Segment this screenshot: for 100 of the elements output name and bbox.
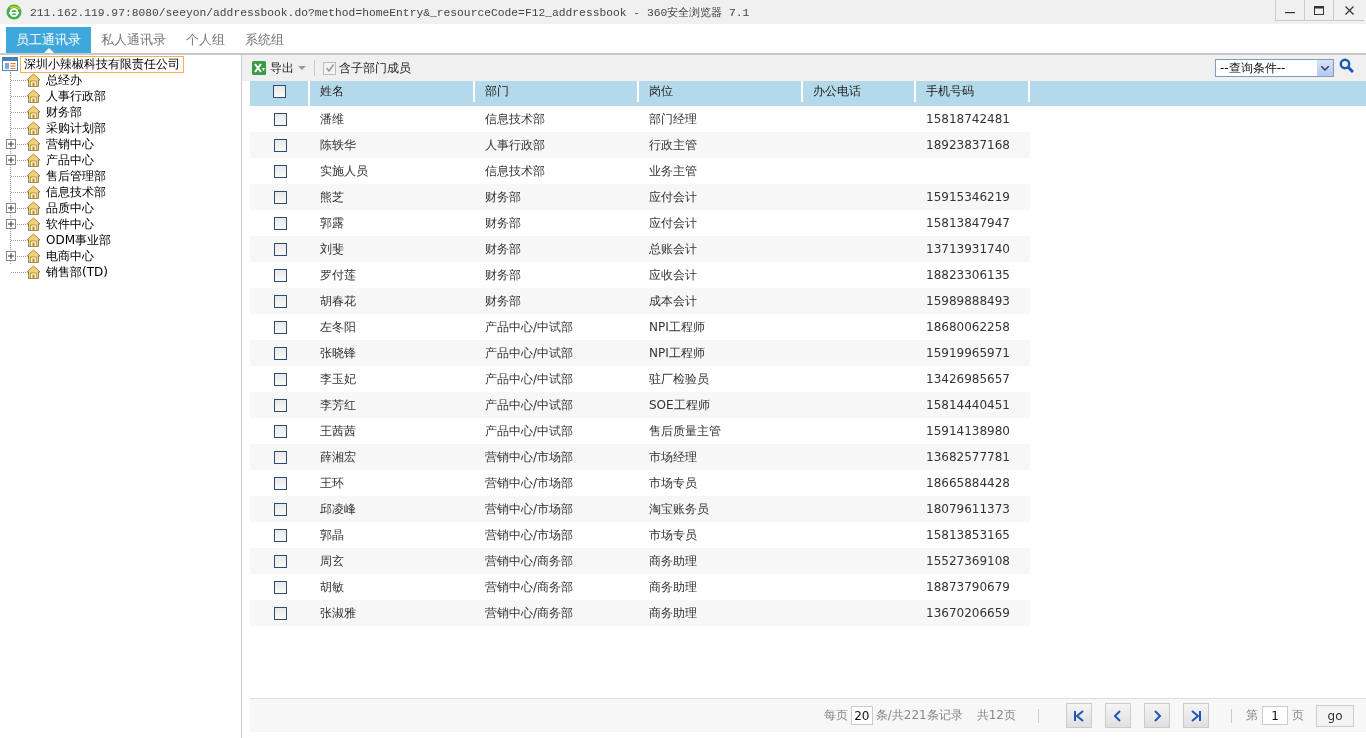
- tree-item[interactable]: 产品中心: [46, 151, 94, 169]
- table-cell: 18665884428: [926, 476, 1010, 490]
- table-cell: 薛湘宏: [320, 448, 356, 466]
- table-cell: 郭晶: [320, 526, 344, 544]
- table-cell: 人事行政部: [485, 136, 545, 154]
- checkbox[interactable]: [273, 138, 287, 152]
- table-cell: 15915346219: [926, 190, 1010, 204]
- checkbox[interactable]: [273, 216, 287, 230]
- tab[interactable]: 私人通讯录: [91, 27, 176, 53]
- tree-item[interactable]: 售后管理部: [46, 167, 106, 185]
- table-cell: NPI工程师: [649, 344, 705, 362]
- table-cell: 刘斐: [320, 240, 344, 258]
- table-cell: 13670206659: [926, 606, 1010, 620]
- tab[interactable]: 个人组: [176, 27, 235, 53]
- previous-page-icon: [1112, 709, 1124, 722]
- caret-icon: [298, 65, 306, 71]
- previous-page-button[interactable]: [1105, 703, 1131, 728]
- browser-logo-icon: [6, 4, 22, 20]
- checkbox[interactable]: [273, 554, 287, 568]
- table-cell: 市场专员: [649, 526, 697, 544]
- checkbox[interactable]: [273, 476, 287, 490]
- table-cell: 营销中心/市场部: [485, 526, 574, 544]
- tree-item[interactable]: 品质中心: [46, 199, 94, 217]
- checkbox[interactable]: [273, 346, 287, 360]
- checkbox[interactable]: [273, 372, 287, 386]
- checkbox[interactable]: [323, 61, 336, 75]
- tree-item[interactable]: 财务部: [46, 103, 82, 121]
- tree-item[interactable]: 软件中心: [46, 215, 94, 233]
- tree-item[interactable]: 采购计划部: [46, 119, 106, 137]
- tree-item[interactable]: 营销中心: [46, 135, 94, 153]
- checkbox[interactable]: [273, 268, 287, 282]
- table-cell: 行政主管: [649, 136, 697, 154]
- search-button[interactable]: [1339, 58, 1354, 73]
- table-cell: 应付会计: [649, 214, 697, 232]
- column-header[interactable]: 姓名: [310, 81, 475, 102]
- column-header[interactable]: 办公电话: [803, 81, 916, 102]
- checkbox[interactable]: [273, 320, 287, 334]
- table-cell: 13713931740: [926, 242, 1010, 256]
- maximize-icon: [1314, 5, 1324, 15]
- checkbox[interactable]: [273, 398, 287, 412]
- tab[interactable]: 系统组: [235, 27, 294, 53]
- checkbox[interactable]: [272, 85, 286, 98]
- go-button[interactable]: go: [1316, 704, 1354, 727]
- table-cell: 王环: [320, 474, 344, 492]
- tree-item[interactable]: 电商中心: [46, 247, 94, 265]
- checkbox[interactable]: [273, 164, 287, 178]
- table-cell: 李玉妃: [320, 370, 356, 388]
- table-cell: 左冬阳: [320, 318, 356, 336]
- checkbox[interactable]: [273, 424, 287, 438]
- table-cell: 财务部: [485, 266, 521, 284]
- search-icon: [1339, 58, 1354, 73]
- expand-icon[interactable]: [6, 203, 16, 213]
- checkbox[interactable]: [273, 606, 287, 620]
- table-cell: 13682577781: [926, 450, 1010, 464]
- checkbox[interactable]: [273, 528, 287, 542]
- column-header[interactable]: 岗位: [639, 81, 803, 102]
- table-cell: 潘维: [320, 110, 344, 128]
- table-cell: 郭露: [320, 214, 344, 232]
- expand-icon[interactable]: [6, 251, 16, 261]
- table-cell: 成本会计: [649, 292, 697, 310]
- table-cell: 15914138980: [926, 424, 1010, 438]
- last-page-button[interactable]: [1183, 703, 1209, 728]
- checkbox[interactable]: [273, 242, 287, 256]
- house-icon: [26, 137, 41, 151]
- expand-icon[interactable]: [6, 219, 16, 229]
- next-page-button[interactable]: [1144, 703, 1170, 728]
- checkbox[interactable]: [273, 190, 287, 204]
- table-cell: SOE工程师: [649, 396, 710, 414]
- tree-item[interactable]: 信息技术部: [46, 183, 106, 201]
- tree-item[interactable]: 人事行政部: [46, 87, 106, 105]
- house-icon: [26, 265, 41, 279]
- tree-root-item[interactable]: 深圳小辣椒科技有限责任公司: [20, 55, 184, 73]
- table-cell: 营销中心/商务部: [485, 552, 574, 570]
- table-cell: 营销中心/商务部: [485, 604, 574, 622]
- page-size-field[interactable]: 20: [850, 706, 873, 725]
- column-header[interactable]: 部门: [475, 81, 639, 102]
- table-cell: 张淑雅: [320, 604, 356, 622]
- checkbox[interactable]: [273, 502, 287, 516]
- table-cell: 李芳红: [320, 396, 356, 414]
- table-cell: 财务部: [485, 214, 521, 232]
- first-page-icon: [1073, 709, 1085, 722]
- checkbox[interactable]: [273, 450, 287, 464]
- column-header[interactable]: 手机号码: [916, 81, 1030, 102]
- expand-icon[interactable]: [6, 139, 16, 149]
- export-button[interactable]: 导出: [252, 59, 310, 77]
- page-number-field[interactable]: 1: [1262, 706, 1288, 725]
- house-icon: [26, 121, 41, 135]
- window-title: 211.162.119.97:8080/seeyon/addressbook.do?method=homeEntry&_resourceCode=F12_addressbook - 360安全浏览器 7.1: [30, 5, 750, 20]
- tree-item[interactable]: 销售部(TD): [46, 263, 108, 281]
- checkbox[interactable]: [273, 112, 287, 126]
- tree-item[interactable]: 总经办: [46, 71, 82, 89]
- house-icon: [26, 201, 41, 215]
- expand-icon[interactable]: [6, 155, 16, 165]
- query-dropdown[interactable]: --查询条件--: [1215, 59, 1334, 77]
- table-cell: 15919965971: [926, 346, 1010, 360]
- checkbox[interactable]: [273, 580, 287, 594]
- tree-item[interactable]: ODM事业部: [46, 231, 112, 249]
- first-page-button[interactable]: [1066, 703, 1092, 728]
- minimize-icon: [1285, 12, 1295, 14]
- checkbox[interactable]: [273, 294, 287, 308]
